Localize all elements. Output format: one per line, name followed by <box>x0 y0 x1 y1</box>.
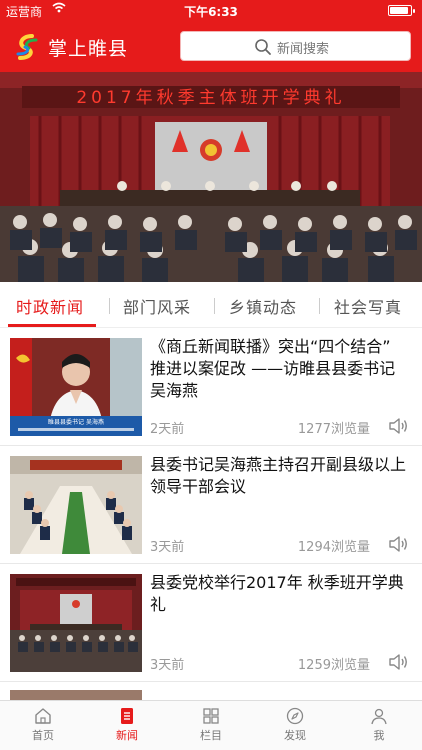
news-list-item-partial[interactable] <box>10 690 142 700</box>
nav-discover[interactable]: 发现 <box>265 707 325 743</box>
news-search-box[interactable]: 新闻搜索 <box>180 31 411 61</box>
nav-me-label: 我 <box>373 729 385 742</box>
home-icon <box>35 708 51 724</box>
news-icon <box>121 708 133 724</box>
category-tabs: 时政新闻 部门风采 乡镇动态 社会写真 <box>0 282 422 328</box>
banner-carousel[interactable]: 2017年秋季主体班开学典礼 <box>0 72 422 282</box>
news-views: 1294浏览量 <box>297 540 370 555</box>
news-list-item[interactable]: 县委书记吴海燕主持召开副县级以上领导干部会议 3天前 1294浏览量 <box>0 446 422 564</box>
compass-icon <box>286 707 304 725</box>
news-time: 3天前 <box>150 540 185 555</box>
speaker-icon[interactable] <box>388 534 410 554</box>
nav-columns-label: 栏目 <box>200 729 222 742</box>
active-tab-indicator <box>8 324 96 327</box>
news-time: 2天前 <box>150 422 185 437</box>
thumbnail-caption: 睢县县委书记 吴海燕 <box>48 418 104 426</box>
news-title[interactable]: 县委书记吴海燕主持召开副县级以上领导干部会议 <box>150 454 408 498</box>
news-title[interactable]: 《商丘新闻联播》突出“四个结合” 推进以案促改 ——访睢县县委书记吴海燕 <box>150 336 408 402</box>
news-list-item[interactable]: 县委党校举行2017年 秋季班开学典礼 3天前 1259浏览量 <box>0 564 422 682</box>
app-header: 运营商 下午6:33 掌上睢县 新闻搜索 <box>0 0 422 72</box>
news-title[interactable]: 县委党校举行2017年 秋季班开学典礼 <box>150 572 408 616</box>
nav-discover-label: 发现 <box>284 729 306 742</box>
nav-home-label: 首页 <box>32 729 54 742</box>
tab-divider <box>214 298 215 314</box>
nav-columns[interactable]: 栏目 <box>181 707 241 743</box>
user-icon <box>371 708 387 725</box>
tab-divider <box>109 298 110 314</box>
nav-me[interactable]: 我 <box>349 707 409 743</box>
search-icon <box>254 38 272 56</box>
app-logo <box>12 32 42 62</box>
news-list-item[interactable]: 睢县县委书记 吴海燕 《商丘新闻联播》突出“四个结合” 推进以案促改 ——访睢县… <box>0 328 422 446</box>
tab-township-news[interactable]: 乡镇动态 <box>229 294 297 318</box>
nav-news[interactable]: 新闻 <box>97 707 157 743</box>
speaker-icon[interactable] <box>388 416 410 436</box>
news-time: 3天前 <box>150 658 185 673</box>
nav-home[interactable]: 首页 <box>13 707 73 743</box>
news-thumbnail <box>10 456 142 554</box>
tab-politics-news[interactable]: 时政新闻 <box>16 294 84 318</box>
battery-icon <box>388 5 415 16</box>
speaker-icon[interactable] <box>388 652 410 672</box>
tab-department-style[interactable]: 部门风采 <box>123 294 191 318</box>
banner-caption: 2017年秋季主体班开学典礼 <box>76 88 345 108</box>
app-title: 掌上睢县 <box>48 38 129 60</box>
bottom-tab-bar: 首页 新闻 栏目 发现 我 <box>0 700 422 750</box>
status-time: 下午6:33 <box>184 5 238 19</box>
news-thumbnail <box>10 574 142 672</box>
news-views: 1259浏览量 <box>297 658 370 673</box>
tab-divider <box>319 298 320 314</box>
news-views: 1277浏览量 <box>297 422 370 437</box>
grid-icon <box>203 708 219 724</box>
search-placeholder: 新闻搜索 <box>277 42 330 57</box>
nav-news-label: 新闻 <box>116 729 138 742</box>
banner-image: 2017年秋季主体班开学典礼 <box>0 72 422 282</box>
status-bar: 运营商 下午6:33 <box>0 0 422 22</box>
tab-society-photos[interactable]: 社会写真 <box>334 294 402 318</box>
news-thumbnail: 睢县县委书记 吴海燕 <box>10 338 142 436</box>
